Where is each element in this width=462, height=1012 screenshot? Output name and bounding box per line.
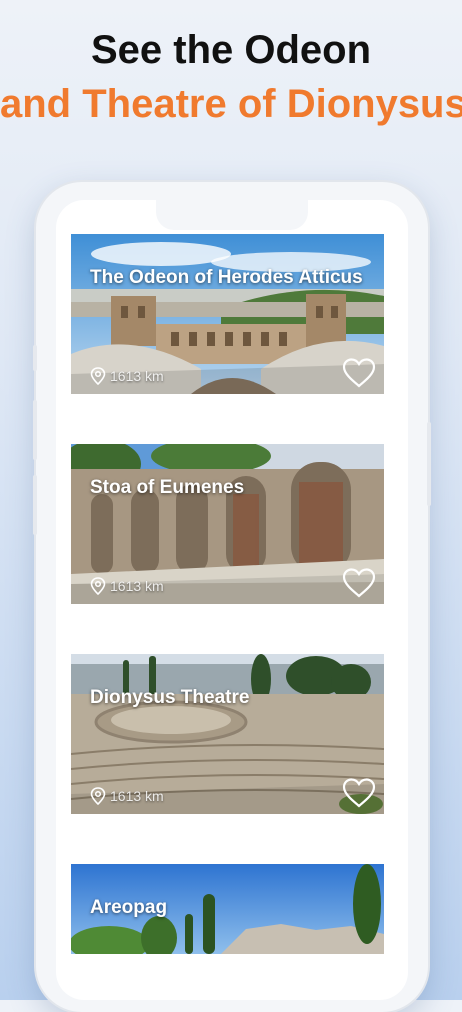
place-card[interactable]: Areopag <box>71 864 384 954</box>
distance-label: 1613 km <box>110 788 164 804</box>
place-distance: 1613 km <box>90 577 164 595</box>
distance-label: 1613 km <box>110 578 164 594</box>
map-pin-icon <box>90 787 106 805</box>
app-screen: The Odeon of Herodes Atticus 1613 km Sto… <box>56 200 408 1000</box>
phone-notch <box>156 200 308 230</box>
place-card[interactable]: Dionysus Theatre 1613 km <box>71 654 384 814</box>
place-card[interactable]: Stoa of Eumenes 1613 km <box>71 444 384 604</box>
phone-side-button <box>33 345 37 371</box>
heart-outline-icon[interactable] <box>342 568 376 598</box>
place-title: Areopag <box>90 897 168 918</box>
heart-outline-icon[interactable] <box>342 358 376 388</box>
map-pin-icon <box>90 367 106 385</box>
phone-volume-up <box>33 400 37 460</box>
place-title: Stoa of Eumenes <box>90 477 245 498</box>
distance-label: 1613 km <box>110 368 164 384</box>
promo-headline: See the Odeon <box>90 28 372 72</box>
heart-outline-icon[interactable] <box>342 778 376 808</box>
phone-volume-down <box>33 475 37 535</box>
place-title: Dionysus Theatre <box>90 687 250 708</box>
map-pin-icon <box>90 577 106 595</box>
place-distance: 1613 km <box>90 787 164 805</box>
phone-power-button <box>427 422 431 506</box>
place-card[interactable]: The Odeon of Herodes Atticus 1613 km <box>71 234 384 394</box>
place-title: The Odeon of Herodes Atticus <box>90 267 363 288</box>
place-distance: 1613 km <box>90 367 164 385</box>
promo-subheadline: and Theatre of Dionysus <box>0 82 462 126</box>
